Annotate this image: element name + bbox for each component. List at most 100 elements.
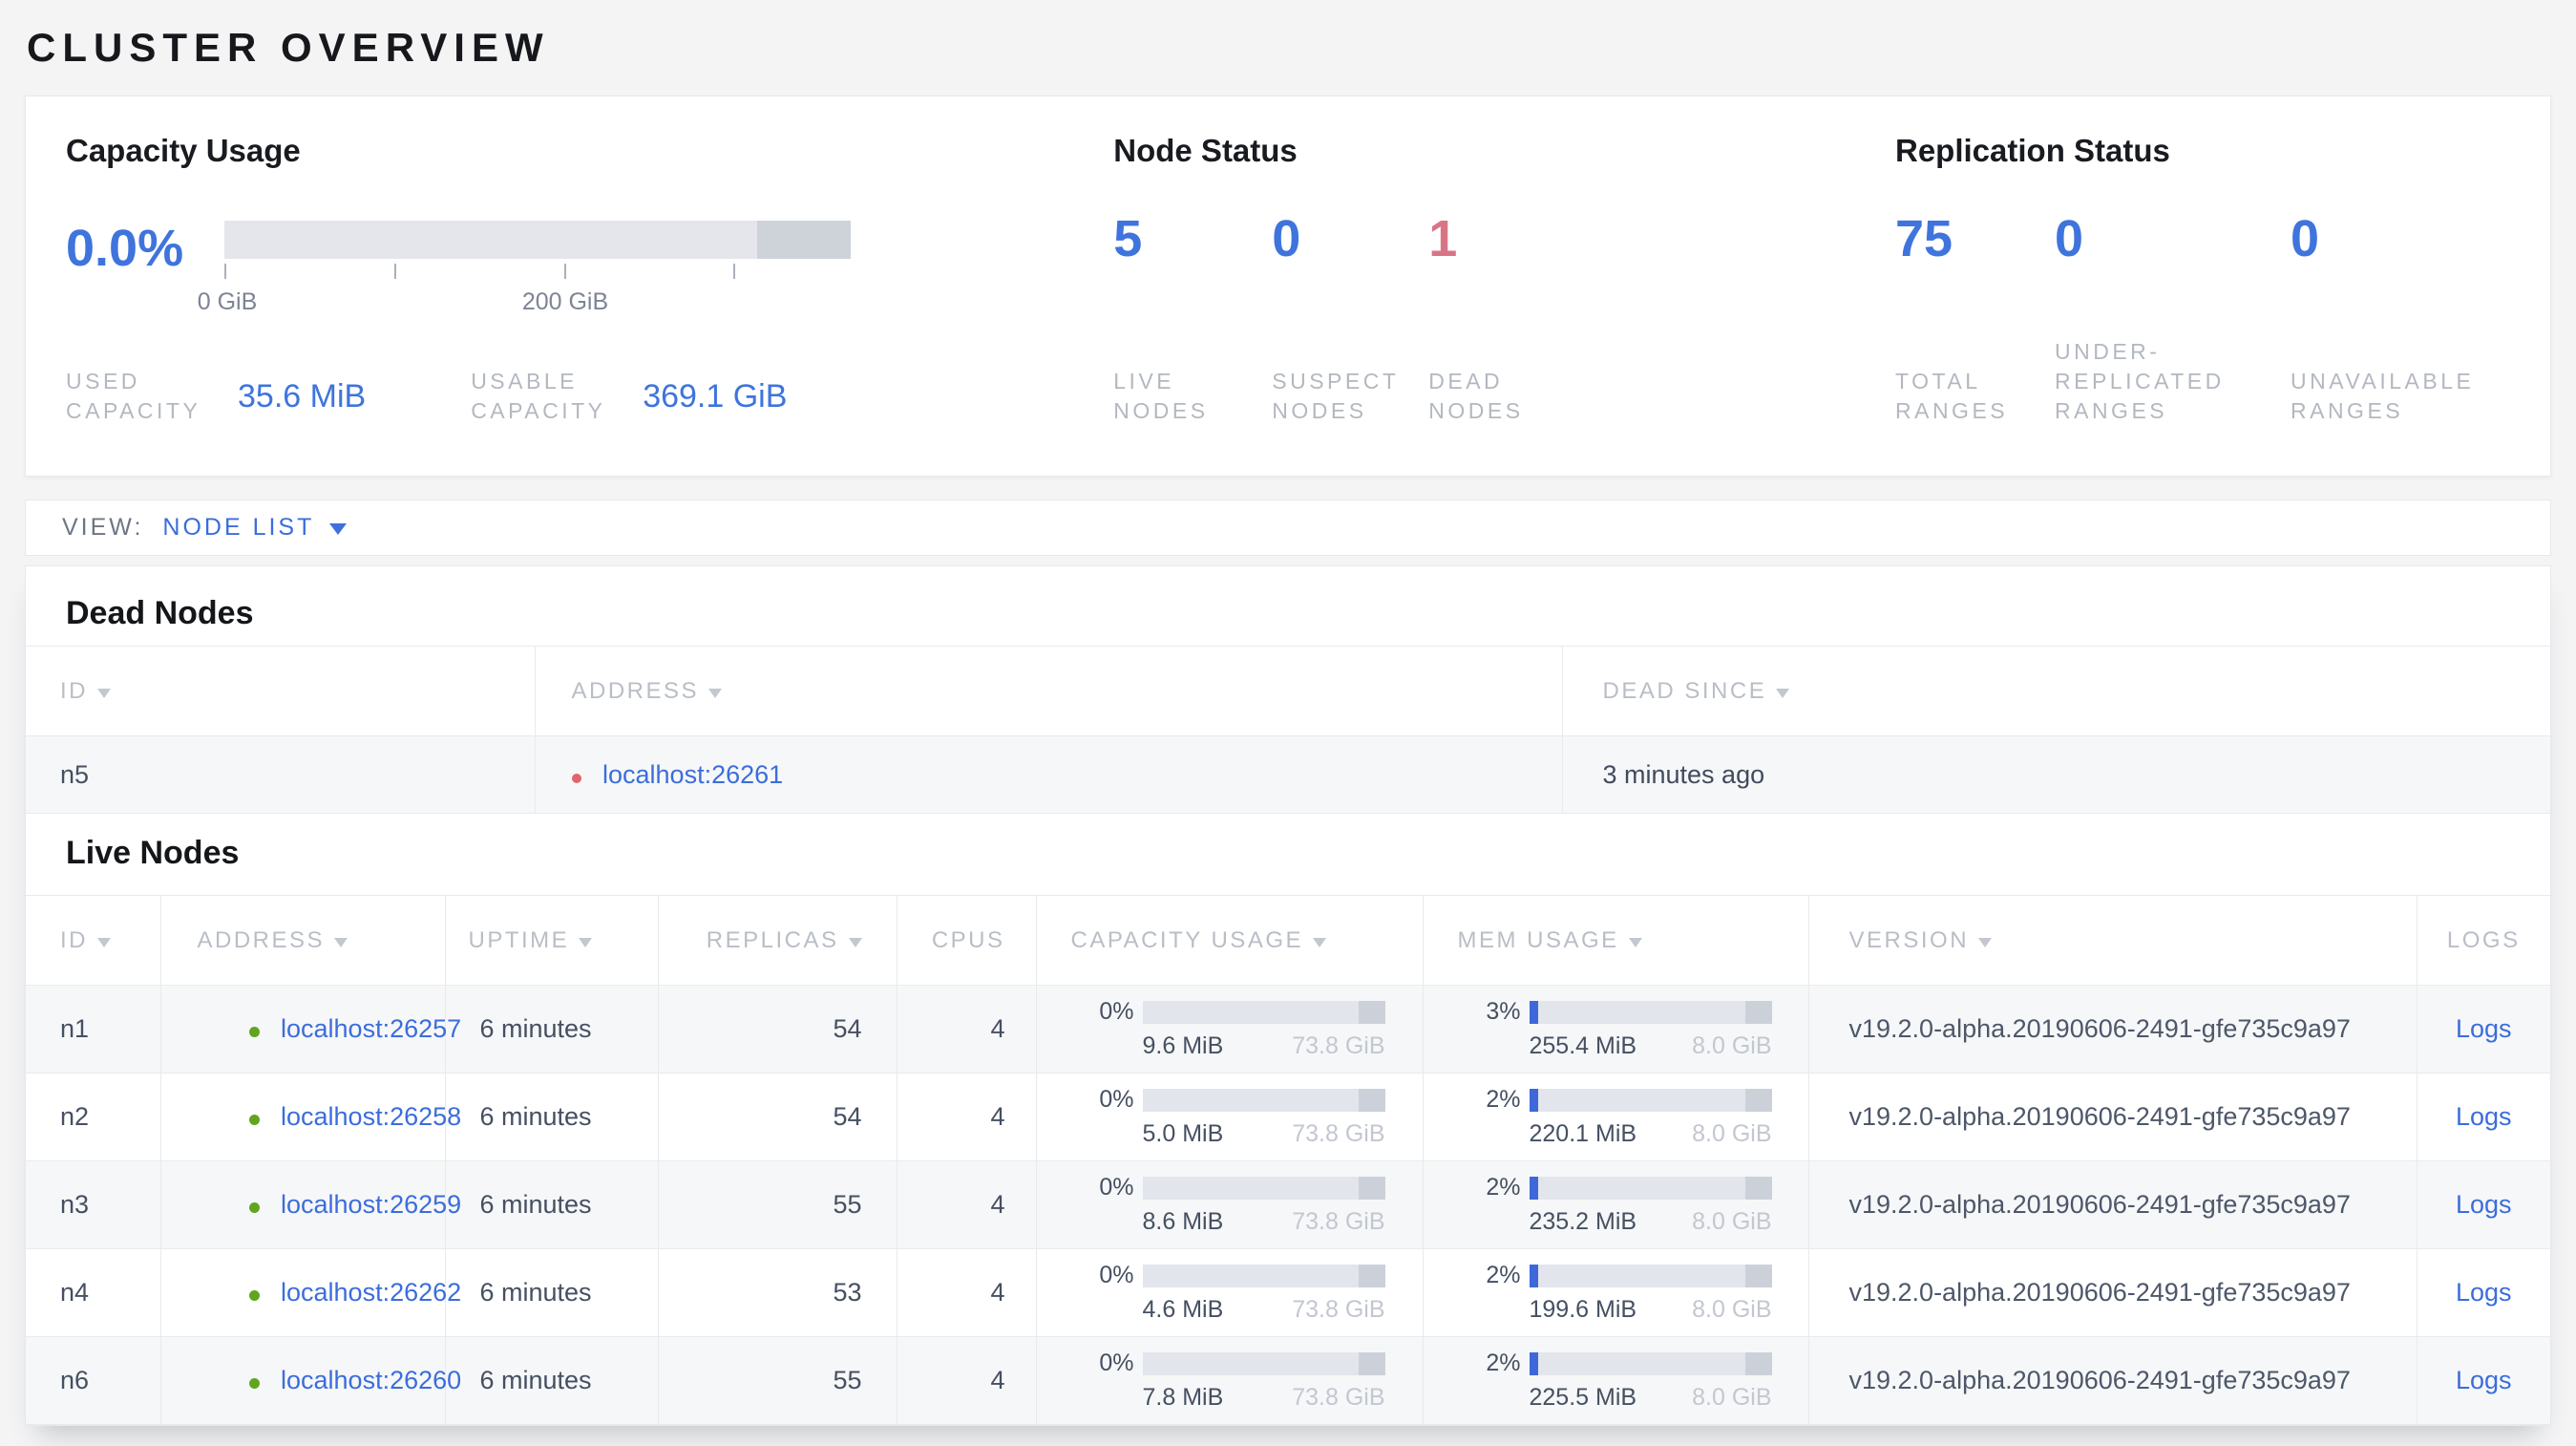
logs-link[interactable]: Logs — [2456, 1102, 2512, 1131]
sort-desc-icon — [1978, 937, 1993, 947]
live-col-uptime[interactable]: UPTIME — [444, 895, 658, 986]
node-status-labels: LIVE NODES SUSPECT NODES DEAD NODES — [1113, 367, 1895, 426]
page-title: CLUSTER OVERVIEW — [27, 25, 550, 70]
live-node-cpus: 4 — [896, 1336, 1036, 1425]
live-node-cpus: 4 — [896, 985, 1036, 1074]
capacity-usage-chart: 0.0% 0 GiB 200 GiB — [66, 221, 1113, 315]
live-node-uptime: 6 minutes — [444, 1248, 658, 1337]
live-node-version: v19.2.0-alpha.20190606-2491-gfe735c9a97 — [1807, 985, 2417, 1074]
live-node-id: n6 — [26, 1336, 160, 1425]
total-ranges-label: TOTAL RANGES — [1895, 369, 2009, 423]
mem-mini-bar — [1529, 1176, 1772, 1200]
live-node-logs-cell: Logs — [2416, 1073, 2550, 1161]
mem-mini-bar-endseg — [1744, 1264, 1772, 1287]
live-col-replicas[interactable]: REPLICAS — [657, 895, 897, 986]
live-node-id: n2 — [26, 1073, 160, 1161]
sort-desc-icon — [579, 937, 593, 947]
live-node-row: n3 localhost:26259 6 minutes 55 4 0% 8.6… — [26, 1160, 2550, 1249]
capacity-used-value: 9.6 MiB — [1142, 1032, 1224, 1059]
live-node-address-link[interactable]: localhost:26260 — [281, 1366, 461, 1394]
capacity-total-value: 73.8 GiB — [1292, 1208, 1385, 1235]
live-node-logs-cell: Logs — [2416, 985, 2550, 1074]
mem-percent-label: 2% — [1486, 1086, 1521, 1113]
mem-mini-bar — [1529, 1000, 1772, 1024]
live-node-cpus: 4 — [896, 1160, 1036, 1249]
live-node-replicas: 54 — [657, 985, 897, 1074]
axis-tick — [394, 264, 396, 279]
capacity-used-value: 7.8 MiB — [1142, 1384, 1224, 1411]
mem-mini-bar — [1529, 1351, 1772, 1375]
dead-node-address-link[interactable]: localhost:26261 — [602, 760, 783, 789]
live-node-replicas: 54 — [657, 1073, 897, 1161]
node-status-values: 5 0 1 — [1113, 209, 1895, 268]
capacity-usage-mini-chart: 0% 9.6 MiB 73.8 GiB — [1071, 998, 1386, 1060]
nodes-content-card: Dead Nodes ID ADDRESS DEAD SINCE n5 loca… — [25, 565, 2551, 1426]
live-node-logs-cell: Logs — [2416, 1248, 2550, 1337]
dropdown-caret-icon[interactable] — [329, 523, 348, 535]
live-col-address[interactable]: ADDRESS — [159, 895, 445, 986]
logs-link[interactable]: Logs — [2456, 1366, 2512, 1394]
live-col-capacity-usage[interactable]: CAPACITY USAGE — [1035, 895, 1423, 986]
used-capacity-value: 35.6 MiB — [238, 377, 367, 415]
mem-used-value: 255.4 MiB — [1529, 1032, 1637, 1059]
logs-link[interactable]: Logs — [2456, 1278, 2512, 1307]
cluster-summary-card: Capacity Usage 0.0% 0 GiB 200 GiB USED C… — [25, 96, 2551, 477]
dead-col-address[interactable]: ADDRESS — [534, 646, 1562, 736]
live-node-cpus: 4 — [896, 1248, 1036, 1337]
dead-nodes-count: 1 — [1428, 210, 1458, 267]
logs-link[interactable]: Logs — [2456, 1014, 2512, 1043]
logs-link[interactable]: Logs — [2456, 1190, 2512, 1219]
replication-status-section: Replication Status 75 0 0 TOTAL RANGES U… — [1895, 133, 2510, 426]
axis-label-200gib: 200 GiB — [521, 288, 609, 315]
sort-desc-icon — [708, 688, 723, 698]
live-node-uptime: 6 minutes — [444, 985, 658, 1074]
live-node-id: n1 — [26, 985, 160, 1074]
axis-tick — [733, 264, 735, 279]
dead-col-dead-since[interactable]: DEAD SINCE — [1561, 646, 2550, 736]
live-node-row: n1 localhost:26257 6 minutes 54 4 0% 9.6… — [26, 985, 2550, 1074]
live-node-address-cell: localhost:26258 — [159, 1073, 461, 1161]
used-capacity-label: USED CAPACITY — [66, 369, 201, 423]
mem-mini-bar-fill — [1529, 1351, 1538, 1375]
live-col-version[interactable]: VERSION — [1807, 895, 2417, 986]
dead-nodes-heading: Dead Nodes — [66, 595, 254, 631]
live-col-mem-usage[interactable]: MEM USAGE — [1422, 895, 1808, 986]
live-node-capacity-cell: 0% 7.8 MiB 73.8 GiB — [1035, 1336, 1423, 1425]
live-node-address-link[interactable]: localhost:26259 — [281, 1190, 461, 1219]
mem-used-value: 225.5 MiB — [1529, 1384, 1637, 1411]
live-col-cpus: CPUS — [896, 895, 1036, 986]
mem-total-value: 8.0 GiB — [1692, 1384, 1772, 1411]
live-node-address-link[interactable]: localhost:26257 — [281, 1014, 461, 1043]
live-node-row: n6 localhost:26260 6 minutes 55 4 0% 7.8… — [26, 1336, 2550, 1425]
live-nodes-label: LIVE NODES — [1113, 369, 1209, 423]
sort-desc-icon — [1776, 688, 1790, 698]
live-node-address-link[interactable]: localhost:26262 — [281, 1278, 461, 1307]
capacity-mini-bar — [1142, 1351, 1385, 1375]
live-node-row: n4 localhost:26262 6 minutes 53 4 0% 4.6… — [26, 1248, 2550, 1337]
live-node-id: n4 — [26, 1248, 160, 1337]
mem-mini-bar-endseg — [1744, 1000, 1772, 1024]
live-col-logs: LOGS — [2416, 895, 2550, 986]
dead-nodes-table: ID ADDRESS DEAD SINCE n5 localhost:26261… — [26, 646, 2550, 814]
live-node-address-link[interactable]: localhost:26258 — [281, 1102, 461, 1131]
live-node-uptime: 6 minutes — [444, 1073, 658, 1161]
live-node-capacity-cell: 0% 8.6 MiB 73.8 GiB — [1035, 1160, 1423, 1249]
live-node-capacity-cell: 0% 5.0 MiB 73.8 GiB — [1035, 1073, 1423, 1161]
live-node-mem-cell: 2% 199.6 MiB 8.0 GiB — [1422, 1248, 1808, 1337]
dead-col-id[interactable]: ID — [26, 646, 535, 736]
live-node-replicas: 55 — [657, 1336, 897, 1425]
mem-mini-bar — [1529, 1088, 1772, 1112]
mem-percent-label: 3% — [1486, 998, 1521, 1025]
view-mode-dropdown[interactable]: NODE LIST — [162, 514, 314, 542]
live-col-id[interactable]: ID — [26, 895, 160, 986]
capacity-total-value: 73.8 GiB — [1292, 1384, 1385, 1411]
live-node-address-cell: localhost:26259 — [159, 1160, 461, 1249]
mem-mini-bar-fill — [1529, 1264, 1538, 1287]
live-node-id: n3 — [26, 1160, 160, 1249]
unavailable-ranges-label: UNAVAILABLE RANGES — [2291, 369, 2475, 423]
capacity-usage-mini-chart: 0% 5.0 MiB 73.8 GiB — [1071, 1086, 1386, 1148]
capacity-bar-track — [224, 221, 851, 259]
live-node-replicas: 55 — [657, 1160, 897, 1249]
live-node-version: v19.2.0-alpha.20190606-2491-gfe735c9a97 — [1807, 1248, 2417, 1337]
under-replicated-ranges-label: UNDER-REPLICATED RANGES — [2055, 339, 2225, 423]
